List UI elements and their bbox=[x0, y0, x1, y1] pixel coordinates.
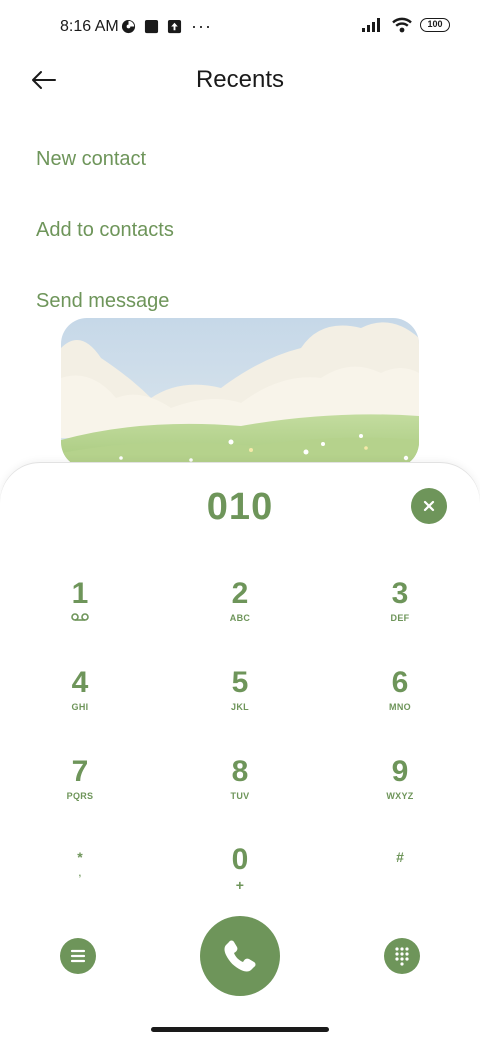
page-title: Recents bbox=[195, 66, 285, 93]
key-letters: GHI bbox=[71, 702, 89, 712]
meadow-illustration bbox=[61, 318, 419, 468]
key-letters: MNO bbox=[389, 702, 411, 712]
square-icon bbox=[144, 19, 159, 34]
status-time: 8:16 AM bbox=[60, 18, 119, 35]
key-digit: 1 bbox=[71, 577, 89, 610]
key-digit: 8 bbox=[231, 755, 249, 788]
key-digit: 7 bbox=[71, 755, 89, 788]
key-hash[interactable]: # bbox=[340, 840, 460, 912]
key-digit: 5 bbox=[231, 666, 249, 699]
key-5[interactable]: 5 JKL bbox=[180, 666, 300, 738]
close-icon bbox=[423, 500, 435, 512]
key-7[interactable]: 7 PQRS bbox=[20, 755, 140, 827]
key-digit: 4 bbox=[71, 666, 89, 699]
timer-icon bbox=[121, 19, 136, 34]
clear-button[interactable] bbox=[411, 488, 447, 524]
key-3[interactable]: 3 DEF bbox=[340, 577, 460, 649]
key-1[interactable]: 1 bbox=[20, 577, 140, 649]
new-contact-link[interactable]: New contact bbox=[36, 148, 146, 171]
key-digit: 0 bbox=[231, 843, 249, 876]
menu-button[interactable] bbox=[60, 938, 96, 974]
key-digit: 9 bbox=[391, 755, 409, 788]
key-digit: # bbox=[396, 849, 404, 865]
call-button[interactable] bbox=[200, 916, 280, 996]
key-letters: ABC bbox=[229, 613, 251, 623]
key-4[interactable]: 4 GHI bbox=[20, 666, 140, 738]
more-notifications-icon: ··· bbox=[191, 16, 212, 36]
wifi-icon bbox=[392, 17, 412, 33]
home-indicator[interactable] bbox=[151, 1027, 329, 1032]
voicemail-icon bbox=[71, 613, 89, 621]
key-2[interactable]: 2 ABC bbox=[180, 577, 300, 649]
key-letters: , bbox=[78, 868, 82, 878]
dialed-number: 010 bbox=[206, 486, 274, 528]
dialpad-toggle-button[interactable] bbox=[384, 938, 420, 974]
meadow-image bbox=[61, 318, 419, 468]
key-letters: TUV bbox=[230, 791, 250, 801]
key-digit: 6 bbox=[391, 666, 409, 699]
key-letters: JKL bbox=[231, 702, 249, 712]
key-letters: PQRS bbox=[66, 791, 94, 801]
upload-icon bbox=[167, 19, 182, 34]
signal-icon bbox=[362, 18, 380, 32]
key-star[interactable]: * , bbox=[20, 840, 140, 912]
dialpad-icon bbox=[395, 947, 409, 966]
key-0[interactable]: 0 + bbox=[180, 843, 300, 915]
status-bar: 8:16 AM ··· 100 bbox=[0, 0, 480, 56]
menu-icon bbox=[70, 949, 86, 963]
add-to-contacts-link[interactable]: Add to contacts bbox=[36, 219, 174, 242]
key-9[interactable]: 9 WXYZ bbox=[340, 755, 460, 827]
battery-icon: 100 bbox=[420, 18, 450, 32]
status-system-icons: 100 bbox=[362, 17, 450, 33]
phone-icon bbox=[224, 940, 256, 972]
send-message-link[interactable]: Send message bbox=[36, 290, 169, 313]
key-8[interactable]: 8 TUV bbox=[180, 755, 300, 827]
key-digit: 3 bbox=[391, 577, 409, 610]
key-6[interactable]: 6 MNO bbox=[340, 666, 460, 738]
status-notification-icons bbox=[121, 19, 182, 34]
key-letters: + bbox=[235, 877, 245, 893]
key-letters: WXYZ bbox=[386, 791, 414, 801]
key-digit: 2 bbox=[231, 577, 249, 610]
key-letters: DEF bbox=[390, 613, 410, 623]
